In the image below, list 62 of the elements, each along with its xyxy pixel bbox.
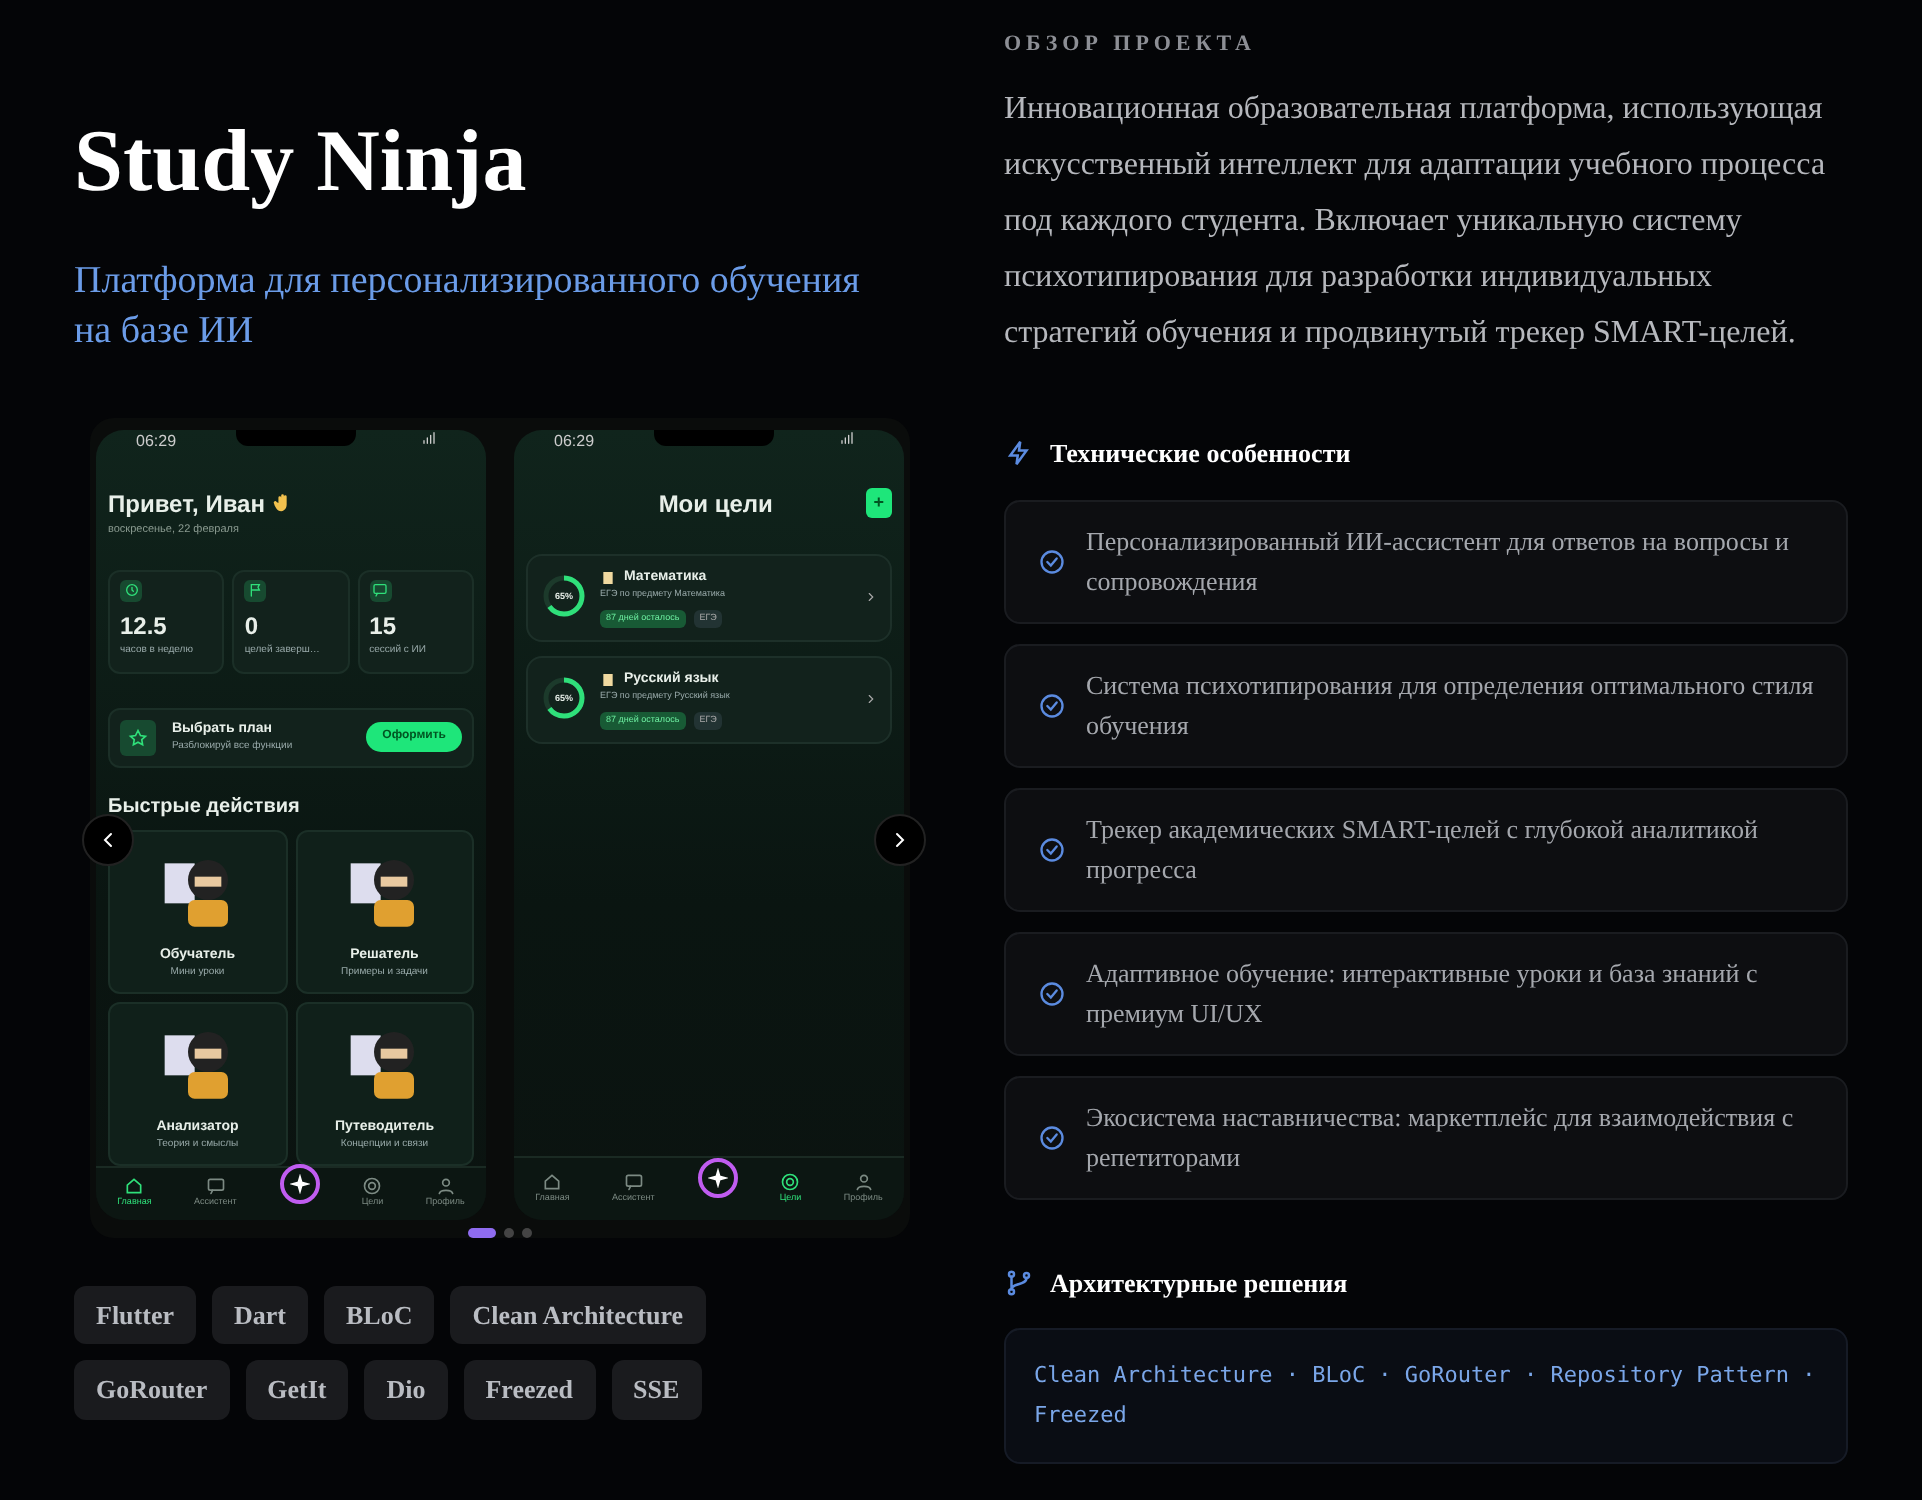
stat-value: 15: [369, 609, 399, 644]
greeting-title: Привет, Иван: [108, 487, 265, 522]
notebook-icon: [600, 569, 616, 586]
stat-value: 12.5: [120, 609, 169, 644]
sparkle-icon: [289, 1173, 310, 1194]
prev-button[interactable]: [82, 813, 134, 866]
tech-tag: BLoC: [323, 1285, 435, 1345]
carousel-dot[interactable]: [522, 1227, 532, 1238]
chat-icon: [205, 1176, 226, 1197]
check-circle-icon: [1038, 692, 1066, 720]
section-heading: Архитектурные решения: [1050, 1266, 1348, 1302]
lightning-icon: [1004, 437, 1034, 468]
overview-text: Инновационная образовательная платформа, использующая искусственный интеллект для адаптации учебного процесса под каждого студента. Включает уникальную систему психотипирования для разработки индивидуальных стратегий обучения и продвинутый трекер SMART-целей.: [1004, 89, 1828, 353]
tech-tag: SSE: [611, 1360, 702, 1420]
feature-text: Адаптивное обучение: интерактивные уроки и база знаний с премиум UI/UX: [1086, 956, 1760, 1032]
chat-icon: [623, 1171, 644, 1192]
camera-notch: [653, 429, 774, 446]
notebook-icon: [600, 671, 616, 688]
flag-icon: [247, 582, 264, 599]
section-heading: Технические особенности: [1050, 435, 1351, 471]
assistant-fab-button[interactable]: [279, 1163, 320, 1204]
clock-icon: [123, 582, 139, 599]
user-icon: [853, 1171, 874, 1192]
check-circle-icon: [1038, 1124, 1066, 1152]
tech-tag: GetIt: [245, 1360, 349, 1420]
status-time: 06:29: [554, 429, 595, 454]
chevron-icon: [864, 692, 878, 707]
target-icon: [780, 1171, 801, 1192]
page-title: Study Ninja: [74, 110, 529, 214]
tech-tag: Flutter: [74, 1285, 196, 1345]
screen-title: Мои цели: [658, 487, 773, 522]
stat-value: 0: [244, 609, 261, 644]
feature-text: Экосистема наставничества: маркетплейс для взаимодействия с репетиторами: [1086, 1100, 1796, 1176]
overview-label: ОБЗОР ПРОЕКТА: [1004, 30, 1258, 60]
architecture-code: Clean Architecture · BLoC · GoRouter · Repository Pattern · Freezed: [1004, 1327, 1848, 1463]
page-subtitle: Платформа для персонализированного обучения на базе ИИ: [74, 258, 860, 356]
add-button[interactable]: +: [865, 487, 892, 519]
carousel-dot[interactable]: [504, 1227, 514, 1238]
tech-tag: GoRouter: [74, 1360, 230, 1420]
check-circle-icon: [1038, 548, 1066, 576]
chat-icon: [372, 582, 389, 599]
status-time: 06:29: [136, 429, 177, 454]
camera-notch: [235, 429, 356, 446]
tech-tag: Dio: [364, 1360, 448, 1420]
feature-text: Персонализированный ИИ-ассистент для ответов на вопросы и сопровождения: [1086, 524, 1791, 600]
feature-text: Трекер академических SMART-целей с глубокой аналитикой прогресса: [1086, 812, 1761, 888]
feature-text: Система психотипирования для определения оптимального стиля обучения: [1086, 668, 1814, 744]
check-circle-icon: [1038, 836, 1066, 864]
section-title: Быстрые действия: [108, 793, 302, 822]
sparkle-icon: [707, 1168, 728, 1189]
target-icon: [362, 1176, 383, 1197]
tech-tag: Dart: [211, 1285, 308, 1345]
user-icon: [435, 1176, 456, 1197]
branch-icon: [1004, 1268, 1034, 1299]
tech-tag: Freezed: [463, 1360, 596, 1420]
home-icon: [124, 1176, 145, 1197]
star-icon: [128, 727, 148, 748]
home-icon: [542, 1171, 563, 1192]
tech-tag: Clean Architecture: [450, 1285, 706, 1345]
chevron-icon: [864, 590, 878, 605]
check-circle-icon: [1038, 980, 1066, 1008]
assistant-fab-button[interactable]: [697, 1158, 738, 1199]
